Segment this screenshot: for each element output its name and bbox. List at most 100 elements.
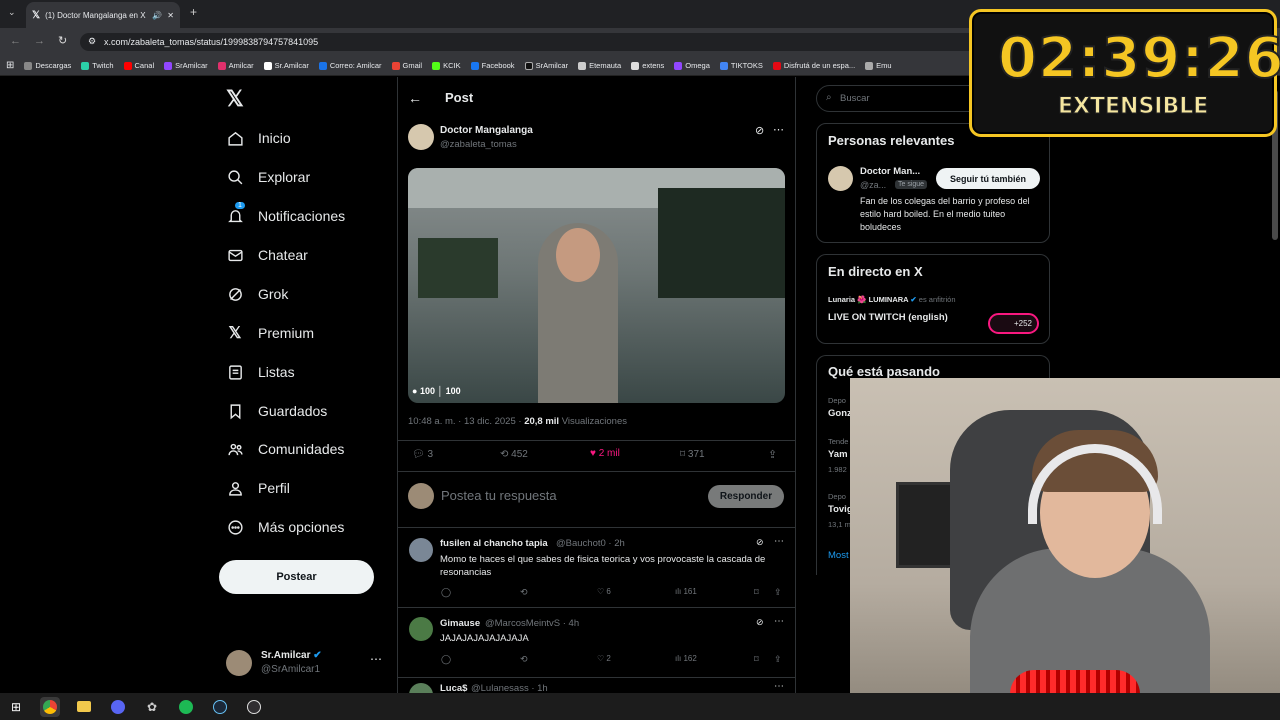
avatar[interactable] [828, 166, 853, 191]
bookmark-item[interactable]: Twitch [81, 61, 114, 70]
more-dots-icon[interactable]: ⋯ [774, 536, 784, 547]
trend-name[interactable]: Yam [828, 449, 848, 460]
sidebar-item-comunidades[interactable]: Comunidades [226, 435, 344, 463]
avatar[interactable] [408, 124, 434, 150]
obs-icon[interactable] [244, 697, 264, 717]
repost-action[interactable]: ⟲ 452 [500, 449, 528, 460]
bookmark-item[interactable]: Amilcar [217, 61, 254, 70]
reply-action[interactable]: 💬︎ 3 [412, 449, 433, 460]
browser-tab[interactable]: 𝕏 (1) Doctor Mangalanga en X 🔊 ✕ [26, 2, 180, 28]
sidebar-item-mas-opciones[interactable]: Más opciones [226, 513, 344, 541]
sidebar-item-grok[interactable]: Grok [226, 280, 288, 308]
more-dots-icon[interactable]: ⋯ [773, 123, 784, 136]
bookmark-item[interactable]: SrAmilcar [164, 61, 208, 70]
back-icon[interactable]: ← [10, 35, 21, 47]
like-action[interactable]: ♡ 2 [597, 654, 611, 663]
discord-icon[interactable] [108, 697, 128, 717]
forward-icon[interactable]: → [34, 35, 45, 47]
chrome-icon[interactable] [40, 696, 60, 717]
windows-start-icon[interactable]: ⊞ [6, 697, 26, 717]
repost-icon[interactable]: ⟲ [520, 654, 528, 665]
section-title: Personas relevantes [828, 133, 955, 148]
views-action[interactable]: ılı 162 [675, 654, 697, 663]
app-icon[interactable]: ✿ [142, 697, 162, 717]
grok-icon[interactable]: ⊘ [756, 617, 764, 628]
trend-name[interactable]: Gonz [828, 408, 852, 419]
list-item[interactable]: Luca$ @Lulanesass · 1h ⋯ [397, 677, 796, 693]
speaker-icon[interactable]: 🔊 [152, 11, 162, 20]
share-icon[interactable]: ⇪ [774, 587, 782, 598]
reply-author[interactable]: Gimause [440, 618, 480, 629]
bookmark-item[interactable]: Disfrutá de un espa... [772, 61, 855, 70]
back-arrow-icon[interactable]: ← [408, 90, 422, 106]
bookmark-item[interactable]: KCIK [432, 61, 461, 70]
bookmark-item[interactable]: Gmail [391, 61, 422, 70]
reply-icon[interactable]: ◯ [441, 654, 451, 665]
bookmark-item[interactable]: Omega [674, 61, 710, 70]
bookmark-item[interactable]: Etemauta [578, 61, 621, 70]
tab-list-chevron-icon[interactable]: ⌄ [8, 7, 16, 18]
bookmark-item[interactable]: Correo: Amilcar [318, 61, 382, 70]
bookmark-item[interactable]: Sr.Amilcar [263, 61, 309, 70]
bookmark-item[interactable]: SrAmilcar [524, 61, 568, 70]
post-author[interactable]: Doctor Mangalanga [440, 125, 533, 136]
reply-button[interactable]: Responder [708, 485, 784, 508]
share-icon[interactable]: ⇪ [768, 448, 777, 461]
bookmark-icon[interactable]: ⌑ [754, 654, 759, 665]
more-dots-icon[interactable]: ⋯ [774, 616, 784, 627]
trend-name[interactable]: Tovig [828, 504, 853, 515]
list-item[interactable]: fusilen al chancho tapia @Bauchot0 · 2h … [397, 527, 796, 607]
live-host[interactable]: Lunaria 🌺 LUMINARA ✔ es anfitrión [828, 295, 955, 304]
bookmark-icon[interactable]: ⌑ [754, 587, 759, 598]
file-explorer-icon[interactable] [74, 697, 94, 717]
sidebar-item-explorar[interactable]: Explorar [226, 163, 310, 191]
reload-icon[interactable]: ↻ [58, 34, 67, 47]
sidebar-item-premium[interactable]: 𝕏 Premium [226, 319, 314, 347]
sidebar-item-guardados[interactable]: Guardados [226, 397, 327, 425]
reply-input[interactable]: Postea tu respuesta [441, 488, 557, 503]
bookmark-item[interactable]: TIKTOKS [719, 61, 763, 70]
like-action[interactable]: ♥ 2 mil [590, 448, 620, 459]
new-tab-icon[interactable]: + [190, 5, 197, 19]
grok-icon[interactable]: ⊘ [755, 124, 764, 137]
spotify-icon[interactable] [176, 697, 196, 717]
relevant-name[interactable]: Doctor Man... [860, 166, 920, 177]
tab-close-icon[interactable]: ✕ [167, 11, 174, 20]
share-icon[interactable]: ⇪ [774, 654, 782, 665]
site-info-icon[interactable]: ⚙ [88, 36, 96, 47]
bookmark-item[interactable]: Descargas [24, 61, 71, 70]
url-field[interactable]: ⚙ x.com/zabaleta_tomas/status/1999838794… [80, 33, 990, 51]
sidebar-item-chatear[interactable]: Chatear [226, 241, 308, 269]
follow-back-button[interactable]: Seguir tú también [936, 168, 1040, 189]
steam-icon[interactable] [210, 697, 230, 717]
post-video[interactable]: ● 100 │ 100 [408, 168, 785, 403]
show-more-link[interactable]: Most [828, 550, 849, 561]
reply-icon[interactable]: ◯ [441, 587, 451, 598]
live-title[interactable]: LIVE ON TWITCH (english) [828, 312, 948, 323]
bookmark-item[interactable]: Facebook [470, 61, 515, 70]
bookmark-item[interactable]: extens [631, 61, 664, 70]
bookmark-item[interactable]: Canal [123, 61, 154, 70]
live-listeners[interactable]: +252 [988, 313, 1039, 334]
more-dots-icon[interactable]: ⋯ [774, 681, 784, 692]
like-action[interactable]: ♡ 6 [597, 587, 611, 596]
post-button[interactable]: Postear [219, 560, 374, 594]
bookmark-item[interactable]: Emu [865, 61, 892, 70]
post-handle[interactable]: @zabaleta_tomas [440, 139, 517, 150]
more-dots-icon[interactable]: ⋯ [370, 652, 382, 666]
x-logo-icon[interactable]: 𝕏 [226, 86, 244, 112]
sidebar-item-perfil[interactable]: Perfil [226, 474, 290, 502]
list-item[interactable]: Gimause @MarcosMeintvS · 4h ⋯ ⊘ JAJAJAJA… [397, 607, 796, 677]
sidebar-item-listas[interactable]: Listas [226, 358, 295, 386]
repost-icon[interactable]: ⟲ [520, 587, 528, 598]
account-switcher[interactable]: Sr.Amilcar ✔ @SrAmilcar1 ⋯ [226, 648, 386, 680]
grok-icon[interactable]: ⊘ [756, 537, 764, 548]
trend-category: Depo [828, 396, 846, 405]
reply-author[interactable]: fusilen al chancho tapia [440, 538, 548, 549]
views-action[interactable]: ılı 161 [675, 587, 697, 596]
reply-author[interactable]: Luca$ [440, 683, 467, 693]
apps-grid-icon[interactable]: ⊞ [6, 60, 14, 71]
sidebar-item-inicio[interactable]: Inicio [226, 124, 291, 152]
sidebar-item-notificaciones[interactable]: 1 Notificaciones [226, 202, 345, 230]
bookmark-action[interactable]: ⌑ 371 [680, 449, 705, 460]
